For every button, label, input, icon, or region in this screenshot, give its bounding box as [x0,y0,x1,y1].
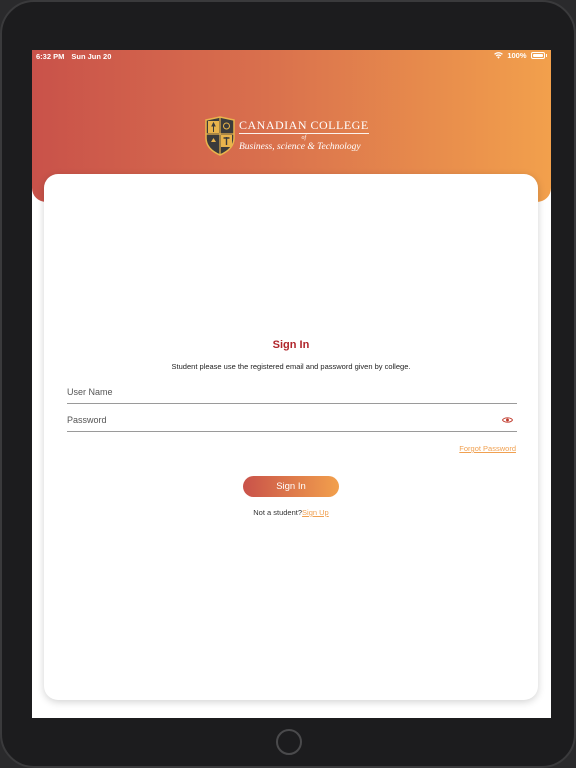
signup-link[interactable]: Sign Up [302,508,329,517]
signin-instructions: Student please use the registered email … [171,362,411,371]
signin-title: Sign In [272,339,310,351]
tablet-frame: 6:32 PM Sun Jun 20 100% CANADIAN COLLEGE… [0,0,576,768]
password-field [67,410,517,432]
status-time: 6:32 PM [36,52,65,61]
home-button[interactable] [276,729,302,755]
college-logo: CANADIAN COLLEGE of Business, science & … [204,116,369,156]
shield-crest-icon [205,116,235,156]
not-student-text: Not a student? [253,508,303,517]
forgot-password-link[interactable]: Forgot Password [459,444,516,453]
status-date: Sun Jun 20 [71,52,112,61]
logo-title: CANADIAN COLLEGE [239,118,369,132]
logo-subtitle: Business, science & Technology [239,142,361,152]
wifi-icon [494,52,504,59]
eye-icon[interactable] [502,416,513,424]
username-field [67,382,517,404]
signup-prompt: Not a student?Sign Up [44,508,538,517]
login-card: Sign In Student please use the registere… [44,174,538,700]
battery-tip [545,54,547,57]
username-input[interactable] [67,382,487,402]
battery-percent: 100% [507,51,527,60]
status-bar: 6:32 PM Sun Jun 20 100% [32,50,551,64]
battery-icon [530,52,545,59]
signin-button[interactable]: Sign In [243,476,339,497]
logo-divider [239,133,369,134]
screen: 6:32 PM Sun Jun 20 100% CANADIAN COLLEGE… [32,50,551,718]
password-input[interactable] [67,410,487,430]
